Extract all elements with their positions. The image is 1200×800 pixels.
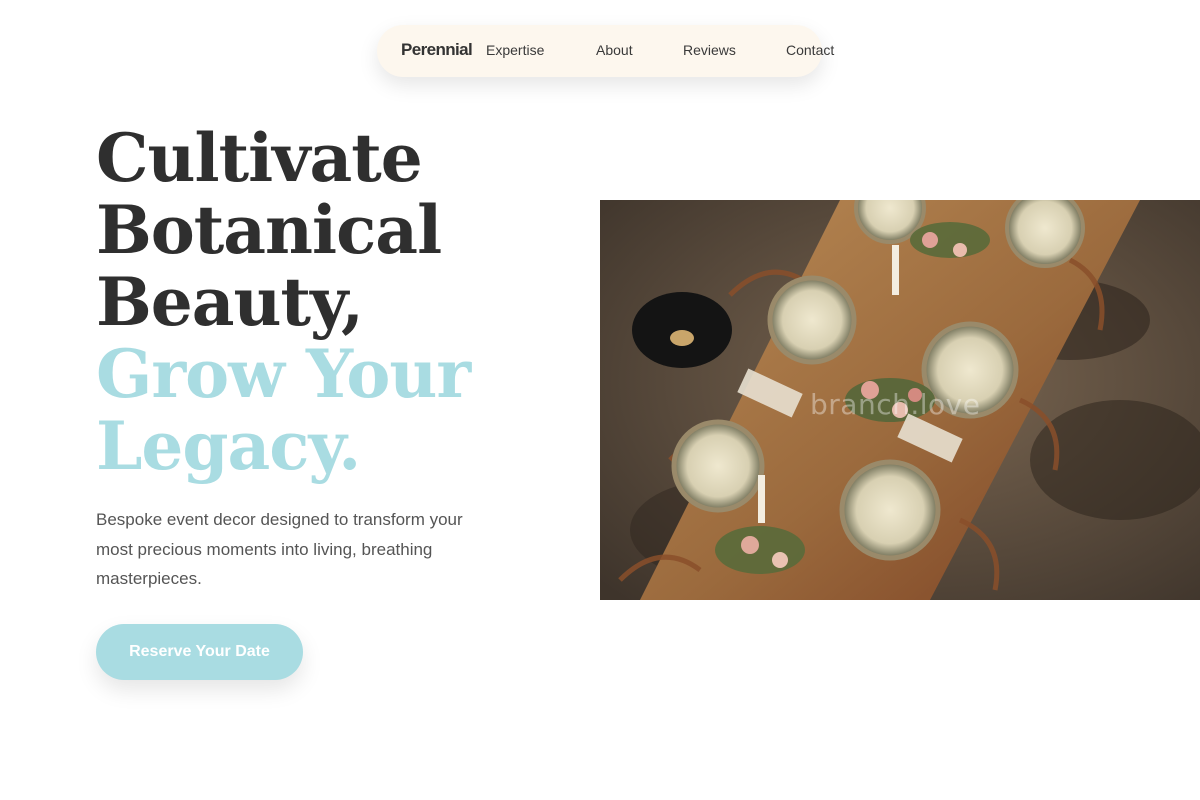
headline-accent-line: Legacy. — [96, 407, 361, 485]
hero-subtitle: Bespoke event decor designed to transfor… — [96, 510, 463, 588]
headline-line: Beauty, — [96, 263, 364, 341]
image-watermark: branch.love — [810, 388, 981, 421]
reserve-date-button[interactable]: Reserve Your Date — [96, 624, 303, 680]
hero-headline: Cultivate Botanical Beauty, Grow Your Le… — [96, 119, 471, 485]
nav-bar: Perennial Expertise About Reviews Contac… — [377, 25, 834, 77]
nav-link-expertise[interactable]: Expertise — [486, 42, 544, 58]
nav-link-contact[interactable]: Contact — [786, 42, 834, 58]
headline-line: Botanical — [96, 191, 442, 269]
nav-link-about[interactable]: About — [596, 42, 633, 58]
page: Perennial Expertise About Reviews Contac… — [0, 0, 1200, 800]
brand-logo[interactable]: Perennial — [401, 40, 473, 60]
headline-line: Cultivate — [96, 119, 423, 197]
headline-accent-line: Grow Your — [96, 335, 471, 413]
nav-link-reviews[interactable]: Reviews — [683, 42, 736, 58]
